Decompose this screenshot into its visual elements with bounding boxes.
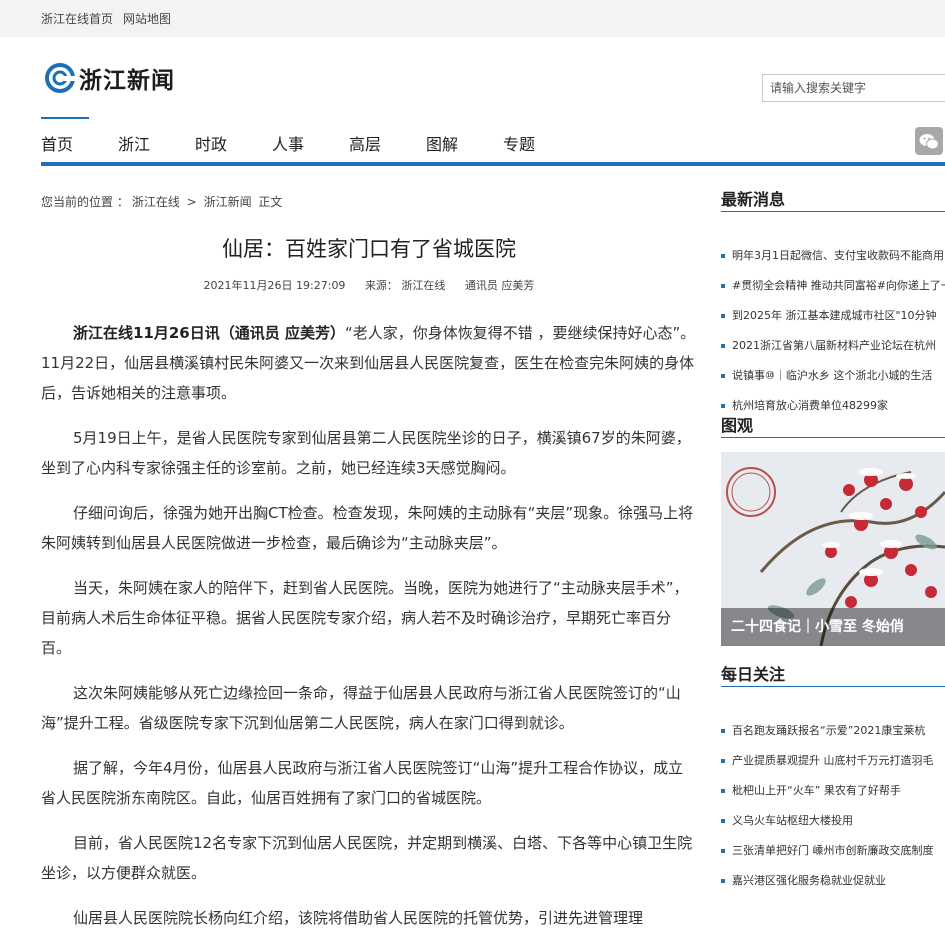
- latest-news-item[interactable]: 2021浙江省第八届新材料产业论坛在杭州: [721, 336, 945, 366]
- breadcrumb-zjol-link[interactable]: 浙江在线: [132, 195, 180, 209]
- article-paragraph: 当天，朱阿姨在家人的陪伴下，赶到省人民医院。当晚，医院为她进行了“主动脉夹层手术…: [41, 579, 689, 657]
- article-meta: 2021年11月26日 19:27:09 来源： 浙江在线 通讯员 应美芳: [41, 277, 697, 293]
- daily-focus-item[interactable]: 义乌火车站枢纽大楼投用: [721, 811, 945, 841]
- nav-item-zhejiang[interactable]: 浙江: [118, 131, 150, 155]
- nav-item-topics[interactable]: 专题: [503, 131, 535, 155]
- nav-item-politics[interactable]: 时政: [195, 131, 227, 155]
- article-date: 2021年11月26日 19:27:09: [203, 279, 346, 292]
- photo-section-header: 图观: [721, 412, 945, 438]
- daily-focus-panel: 每日关注 百名跑友踊跃报名“示爱”2021康宝莱杭 产业提质暴观提升 山底村千万…: [721, 661, 945, 901]
- daily-focus-list: 百名跑友踊跃报名“示爱”2021康宝莱杭 产业提质暴观提升 山底村千万元打造羽毛…: [721, 721, 945, 901]
- breadcrumb-current: 正文: [258, 195, 283, 209]
- breadcrumb-separator: >: [186, 195, 197, 209]
- search-box: [762, 74, 945, 102]
- daily-focus-item[interactable]: 百名跑友踊跃报名“示爱”2021康宝莱杭: [721, 721, 945, 751]
- sitemap-link[interactable]: 网站地图: [123, 10, 171, 27]
- latest-news-heading: 最新消息: [721, 190, 786, 209]
- latest-news-item[interactable]: 到2025年 浙江基本建成城市社区"10分钟: [721, 306, 945, 336]
- article-paragraph: 5月19日上午，是省人民医院专家到仙居县第二人民医院坐诊的日子，横溪镇67岁的朱…: [41, 429, 691, 477]
- daily-focus-item[interactable]: 产业提质暴观提升 山底村千万元打造羽毛: [721, 751, 945, 781]
- daily-focus-item[interactable]: 三张清单把好门 嵊州市创新廉政交底制度: [721, 841, 945, 871]
- breadcrumb: 您当前的位置 ：浙江在线 > 浙江新闻 正文: [41, 193, 285, 210]
- zhejiang-news-logo-icon: [45, 63, 75, 93]
- site-logo[interactable]: 浙江新闻: [45, 62, 175, 94]
- article-paragraph: 仔细问询后，徐强为她开出胸CT检查。检查发现，朱阿姨的主动脉有“夹层”现象。徐强…: [41, 504, 694, 552]
- article-paragraph: 浙江在线11月26日讯（通讯员 应美芳）“老人家，你身体恢复得不错 ，要继续保持…: [41, 318, 697, 408]
- article-body: 浙江在线11月26日讯（通讯员 应美芳）“老人家，你身体恢复得不错 ，要继续保持…: [41, 318, 697, 939]
- breadcrumb-prefix: 您当前的位置 ：: [41, 195, 129, 209]
- latest-news-list: 明年3月1日起微信、支付宝收款码不能商用 #贯彻全会精神 推动共同富裕#向你递上…: [721, 246, 945, 426]
- article-title: 仙居：百姓家门口有了省城医院: [222, 237, 516, 261]
- article-author: 通讯员 应美芳: [464, 279, 535, 292]
- wechat-icon[interactable]: [915, 127, 943, 155]
- heading-rule: [721, 437, 945, 438]
- article-lead-dateline: 浙江在线11月26日讯（通讯员 应美芳）: [73, 324, 345, 342]
- latest-news-item[interactable]: 明年3月1日起微信、支付宝收款码不能商用: [721, 246, 945, 276]
- article-paragraph: 仙居县人民医院院长杨向红介绍，该院将借助省人民医院的托管优势，引进先进管理理: [73, 909, 644, 927]
- nav-active-indicator: [41, 117, 89, 119]
- nav-item-personnel[interactable]: 人事: [272, 131, 304, 155]
- nav-item-home[interactable]: 首页: [41, 131, 73, 155]
- latest-news-item[interactable]: #贯彻全会精神 推动共同富裕#向你递上了一: [721, 276, 945, 306]
- photo-section-heading: 图观: [721, 416, 754, 435]
- logo-text: 浙江新闻: [79, 68, 175, 94]
- article-paragraph: 据了解，今年4月份，仙居县人民政府与浙江省人民医院签订“山海”提升工程合作协议，…: [41, 759, 684, 807]
- daily-focus-item[interactable]: 嘉兴港区强化服务稳就业促就业: [721, 871, 945, 901]
- article-paragraph: 这次朱阿姨能够从死亡边缘捡回一条命，得益于仙居县人民政府与浙江省人民医院签订的“…: [41, 684, 681, 732]
- daily-focus-heading: 每日关注: [721, 665, 786, 684]
- nav-item-leadership[interactable]: 高层: [349, 131, 381, 155]
- nav-underline-bar: [41, 162, 945, 166]
- article-source: 来源： 浙江在线: [364, 279, 446, 292]
- heading-rule: [721, 686, 945, 687]
- main-nav: 首页 浙江 时政 人事 高层 图解 专题: [41, 131, 941, 154]
- search-input[interactable]: [763, 75, 945, 101]
- daily-focus-item[interactable]: 枇杷山上开“火车” 果农有了好帮手: [721, 781, 945, 811]
- featured-photo[interactable]: 二十四食记｜小雪至 冬始俏: [721, 452, 945, 646]
- heading-rule: [721, 211, 945, 212]
- latest-news-panel: 最新消息 明年3月1日起微信、支付宝收款码不能商用 #贯彻全会精神 推动共同富裕…: [721, 186, 945, 426]
- top-utility-bar: 浙江在线首页 网站地图: [0, 0, 945, 37]
- nav-item-infographics[interactable]: 图解: [426, 131, 458, 155]
- zjol-home-link[interactable]: 浙江在线首页: [41, 10, 113, 27]
- photo-caption[interactable]: 二十四食记｜小雪至 冬始俏: [721, 608, 945, 646]
- breadcrumb-news-link[interactable]: 浙江新闻: [204, 195, 252, 209]
- article-paragraph: 目前，省人民医院12名专家下沉到仙居人民医院，并定期到横溪、白塔、下各等中心镇卫…: [41, 834, 693, 882]
- latest-news-item[interactable]: 说镇事⑩｜临沪水乡 这个浙北小城的生活: [721, 366, 945, 396]
